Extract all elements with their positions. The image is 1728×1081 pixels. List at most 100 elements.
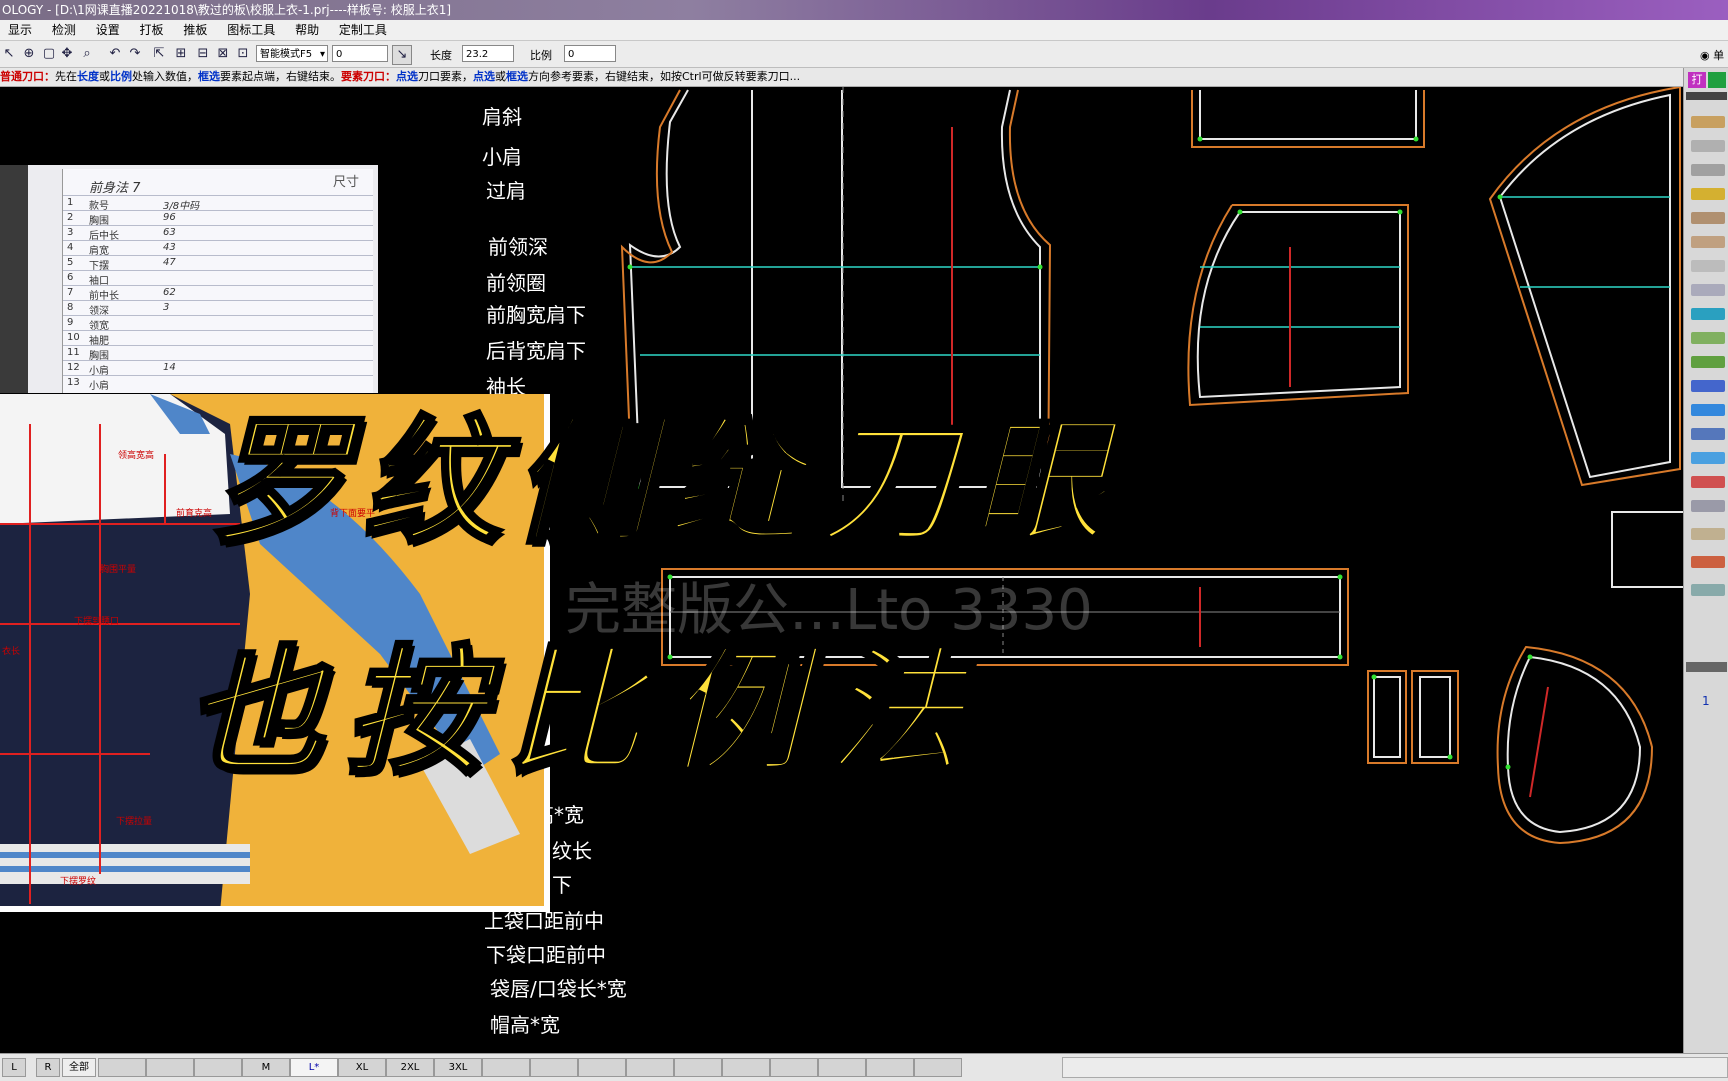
redo-icon[interactable]: ↷ (126, 45, 144, 63)
jacket-label: 领高宽高 (118, 451, 155, 461)
dart-tool-icon[interactable] (1691, 584, 1725, 596)
sheet-header: 前身法 7 (89, 181, 141, 196)
size-tab-2xl[interactable]: 2XL (386, 1058, 434, 1077)
size-cell-empty[interactable] (194, 1058, 242, 1077)
menu-custom-tools[interactable]: 定制工具 (331, 20, 395, 40)
size-tab-l-base[interactable]: L* (290, 1058, 338, 1077)
align-tool-3-icon[interactable]: ⊠ (214, 45, 232, 63)
size-cell-empty[interactable] (914, 1058, 962, 1077)
sheet-row: 7 前中长 62 (63, 285, 373, 302)
measure-tool-icon[interactable] (1691, 500, 1725, 512)
zoom-window-icon[interactable]: ⌕ (78, 45, 96, 63)
value-field[interactable]: 0 (332, 45, 388, 62)
size-cell-empty[interactable] (626, 1058, 674, 1077)
size-cell-empty[interactable] (674, 1058, 722, 1077)
menu-display[interactable]: 显示 (0, 20, 40, 40)
measure-label: 前胸宽肩下 (486, 303, 586, 327)
angle-tool-icon[interactable] (1691, 260, 1725, 272)
sheet-row-number: 11 (67, 347, 80, 358)
sheet-row-value: 43 (163, 242, 176, 253)
hint-part: 框选 (198, 70, 220, 83)
hint-part: 或 (495, 70, 506, 83)
measure-label: 前领圈 (486, 271, 546, 295)
curve-tool-icon[interactable] (1691, 236, 1725, 248)
sheet-row-value: 3 (163, 302, 170, 313)
sheet-row: 8 领深 3 (63, 300, 373, 317)
right-option-radio[interactable]: ◉ 单 (1700, 47, 1724, 63)
size-cell-empty[interactable] (98, 1058, 146, 1077)
size-cell-empty[interactable] (530, 1058, 578, 1077)
cut-tool-icon[interactable] (1691, 476, 1725, 488)
right-button[interactable]: R (36, 1058, 60, 1077)
size-cell-empty[interactable] (578, 1058, 626, 1077)
hint-part: 点选 (396, 70, 418, 83)
align-tool-2-icon[interactable]: ⊟ (194, 45, 212, 63)
window-title: OLOGY - [D:\1网课直播20221018\教过的板\校服上衣-1.pr… (2, 3, 452, 17)
side-piece-seam (1187, 204, 1409, 407)
compass-tool-icon[interactable] (1691, 284, 1725, 296)
mirror-tool-icon[interactable] (1691, 428, 1725, 440)
align-tool-4-icon[interactable]: ⊡ (234, 45, 252, 63)
length-input[interactable]: 23.2 (462, 45, 514, 62)
size-cell-empty[interactable] (722, 1058, 770, 1077)
text-tool-icon[interactable] (1691, 380, 1725, 392)
sheet-row-number: 12 (67, 362, 80, 373)
left-button[interactable]: L (2, 1058, 26, 1077)
grain-tool-icon[interactable] (1691, 528, 1725, 540)
size-tab-xl[interactable]: XL (338, 1058, 386, 1077)
menu-grading[interactable]: 推板 (175, 20, 215, 40)
right-option-label: 单 (1713, 49, 1725, 62)
hint-part: 普通刀口： (0, 70, 55, 83)
hint-part: 比例 (110, 70, 132, 83)
scissors-tool-icon[interactable] (1691, 164, 1725, 176)
notch-tool-icon[interactable] (1691, 332, 1725, 344)
pointer-icon[interactable]: ↖ (0, 45, 18, 63)
measure-label: 帽高*宽 (490, 1013, 560, 1037)
arrow-tool-icon[interactable] (1691, 308, 1725, 320)
pan-icon[interactable]: ✥ (58, 45, 76, 63)
line-tool-icon[interactable] (1691, 212, 1725, 224)
sheet-row: 10 袖肥 (63, 330, 373, 347)
fit-window-icon[interactable]: ▢ (40, 45, 58, 63)
fold-tool-icon[interactable] (1691, 452, 1725, 464)
grading-tab-icon[interactable] (1708, 72, 1726, 88)
size-cell-empty[interactable] (866, 1058, 914, 1077)
select-tool-icon[interactable]: ⇱ (150, 45, 168, 63)
size-cell-empty[interactable] (818, 1058, 866, 1077)
size-cell-empty[interactable] (770, 1058, 818, 1077)
pen-tool-icon[interactable] (1691, 116, 1725, 128)
apply-icon[interactable]: ↘ (392, 45, 412, 65)
seam-tool-icon[interactable] (1691, 356, 1725, 368)
measure-label: 后背宽肩下 (486, 339, 586, 363)
menu-icon-tools[interactable]: 图标工具 (219, 20, 283, 40)
zoom-in-icon[interactable]: ⊕ (20, 45, 38, 63)
button-tool-icon[interactable] (1691, 556, 1725, 568)
all-sizes-button[interactable]: 全部 (62, 1058, 96, 1077)
size-cell-empty[interactable] (146, 1058, 194, 1077)
hint-part: 点选 (473, 70, 495, 83)
menu-settings[interactable]: 设置 (88, 20, 128, 40)
chevron-down-icon: ▾ (319, 49, 325, 60)
hint-part: 先在 (55, 70, 77, 83)
ruler-tool-icon[interactable] (1691, 140, 1725, 152)
tape-tool-icon[interactable] (1691, 188, 1725, 200)
mode-select[interactable]: 智能模式F5 ▾ (256, 45, 328, 62)
menu-drafting[interactable]: 打板 (132, 20, 172, 40)
jacket-label: 下摆到腰口 (74, 617, 120, 627)
ratio-input[interactable]: 0 (564, 45, 616, 62)
size-tab-m[interactable]: M (242, 1058, 290, 1077)
measure-label: 肩斜 (482, 105, 522, 129)
align-tool-1-icon[interactable]: ⊞ (172, 45, 190, 63)
rotate-tool-icon[interactable] (1691, 404, 1725, 416)
drafting-tab-icon[interactable]: 打 (1688, 72, 1706, 88)
size-tab-3xl[interactable]: 3XL (434, 1058, 482, 1077)
size-cell-empty[interactable] (482, 1058, 530, 1077)
hint-part: 要素刀口： (341, 70, 396, 83)
palette-divider (1686, 92, 1727, 100)
undo-icon[interactable]: ↶ (106, 45, 124, 63)
jacket-label: 胸围平量 (100, 565, 137, 575)
facing-piece (1611, 511, 1683, 588)
menu-help[interactable]: 帮助 (287, 20, 327, 40)
menu-check[interactable]: 检测 (44, 20, 84, 40)
palette-divider (1686, 662, 1727, 672)
